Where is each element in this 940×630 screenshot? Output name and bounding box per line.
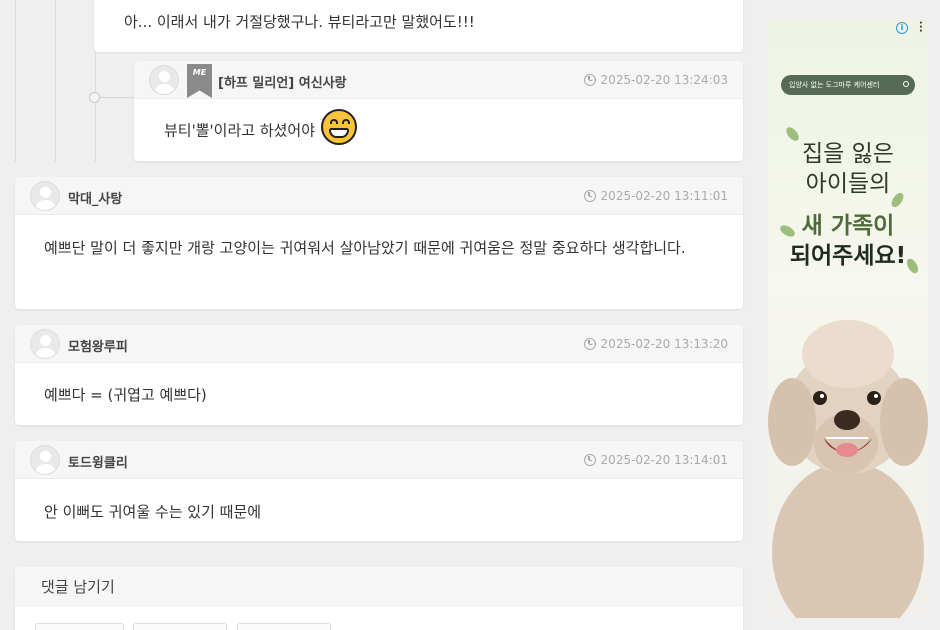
comment-header: 토드윙클리 2025-02-20 13:14:01: [15, 441, 743, 479]
comment-author[interactable]: 토드윙클리: [68, 452, 128, 471]
comment-time: 2025-02-20 13:14:01: [600, 453, 728, 467]
ad-headline-line: 되어주세요!: [789, 243, 907, 269]
ad-headline-line: 새 가족이: [801, 213, 895, 239]
comment-card: 막대_사탕 2025-02-20 13:11:01 예쁘단 말이 더 좋지만 개…: [15, 177, 743, 309]
reply-form-title: 댓글 남기기: [15, 567, 743, 607]
comment-timestamp: 2025-02-20 13:24:03: [583, 73, 728, 87]
comment-card: 아... 이래서 내가 거절당했구나. 뷰티라고만 말했어도!!!: [94, 0, 743, 52]
comment-time: 2025-02-20 13:24:03: [600, 73, 728, 87]
ad-headline-line: 집을 잃은: [802, 141, 894, 167]
comment-card: 토드윙클리 2025-02-20 13:14:01 안 이뻐도 귀여울 수는 있…: [15, 441, 743, 541]
comment-card: ME [하프 밀리언] 여신사랑 2025-02-20 13:24:03 뷰티'…: [134, 61, 743, 161]
comment-text: 안 이뻐도 귀여울 수는 있기 때문에: [44, 503, 262, 521]
comment-text: 예쁘다 = (귀엽고 예쁘다): [44, 386, 207, 404]
comment-time: 2025-02-20 13:13:20: [600, 337, 728, 351]
comment-timestamp: 2025-02-20 13:11:01: [583, 189, 728, 203]
reply-connector: [96, 97, 134, 98]
clock-icon: [583, 338, 596, 350]
thread-line: [15, 0, 16, 162]
ad-banner[interactable]: i · · · 입양사 없는 도그마루 케어센터 집을 잃은 아이들의 새 가족이 …: [768, 20, 928, 618]
avatar[interactable]: [30, 445, 60, 475]
ad-search-text: 입양사 없는 도그마루 케어센터: [789, 81, 880, 89]
comment-header: ME [하프 밀리언] 여신사랑 2025-02-20 13:24:03: [134, 61, 743, 99]
avatar[interactable]: [30, 329, 60, 359]
ad-headline-line: 아이들의: [805, 171, 891, 197]
comment-text: 뷰티'뽈'이라고 하셨어야: [164, 121, 316, 140]
reply-option-button[interactable]: [133, 623, 227, 630]
grinning-face-icon: [321, 109, 358, 145]
comment-author[interactable]: 막대_사탕: [68, 188, 122, 207]
comment-timestamp: 2025-02-20 13:13:20: [583, 337, 728, 351]
search-icon: [903, 81, 909, 87]
clock-icon: [583, 190, 596, 202]
reply-node-dot: [89, 92, 100, 103]
comment-author[interactable]: 모험왕루피: [68, 336, 128, 355]
avatar[interactable]: [149, 65, 179, 95]
comment-timestamp: 2025-02-20 13:14:01: [583, 453, 728, 467]
comment-text: 예쁘단 말이 더 좋지만 개랑 고양이는 귀여워서 살아남았기 때문에 귀여움은…: [44, 239, 686, 257]
reply-form: 댓글 남기기: [15, 567, 743, 630]
comment-card: 모험왕루피 2025-02-20 13:13:20 예쁘다 = (귀엽고 예쁘다…: [15, 325, 743, 425]
comment-header: 모험왕루피 2025-02-20 13:13:20: [15, 325, 743, 363]
comment-author[interactable]: [하프 밀리언] 여신사랑: [218, 72, 347, 91]
comment-text: 아... 이래서 내가 거절당했구나. 뷰티라고만 말했어도!!!: [124, 13, 475, 31]
ad-search-bar[interactable]: 입양사 없는 도그마루 케어센터: [781, 75, 915, 95]
poodle-image: [768, 320, 928, 618]
more-vertical-icon[interactable]: · · ·: [919, 20, 923, 37]
thread-line: [55, 0, 56, 162]
comment-time: 2025-02-20 13:11:01: [600, 189, 728, 203]
comment-header: 막대_사탕 2025-02-20 13:11:01: [15, 177, 743, 215]
clock-icon: [583, 74, 596, 86]
me-badge: ME: [187, 64, 212, 98]
avatar[interactable]: [30, 181, 60, 211]
comment-body: 뷰티'뽈'이라고 하셨어야: [164, 109, 358, 149]
clock-icon: [583, 454, 596, 466]
reply-option-button[interactable]: [35, 623, 124, 630]
info-icon[interactable]: i: [896, 22, 908, 34]
reply-option-button[interactable]: [237, 623, 331, 630]
